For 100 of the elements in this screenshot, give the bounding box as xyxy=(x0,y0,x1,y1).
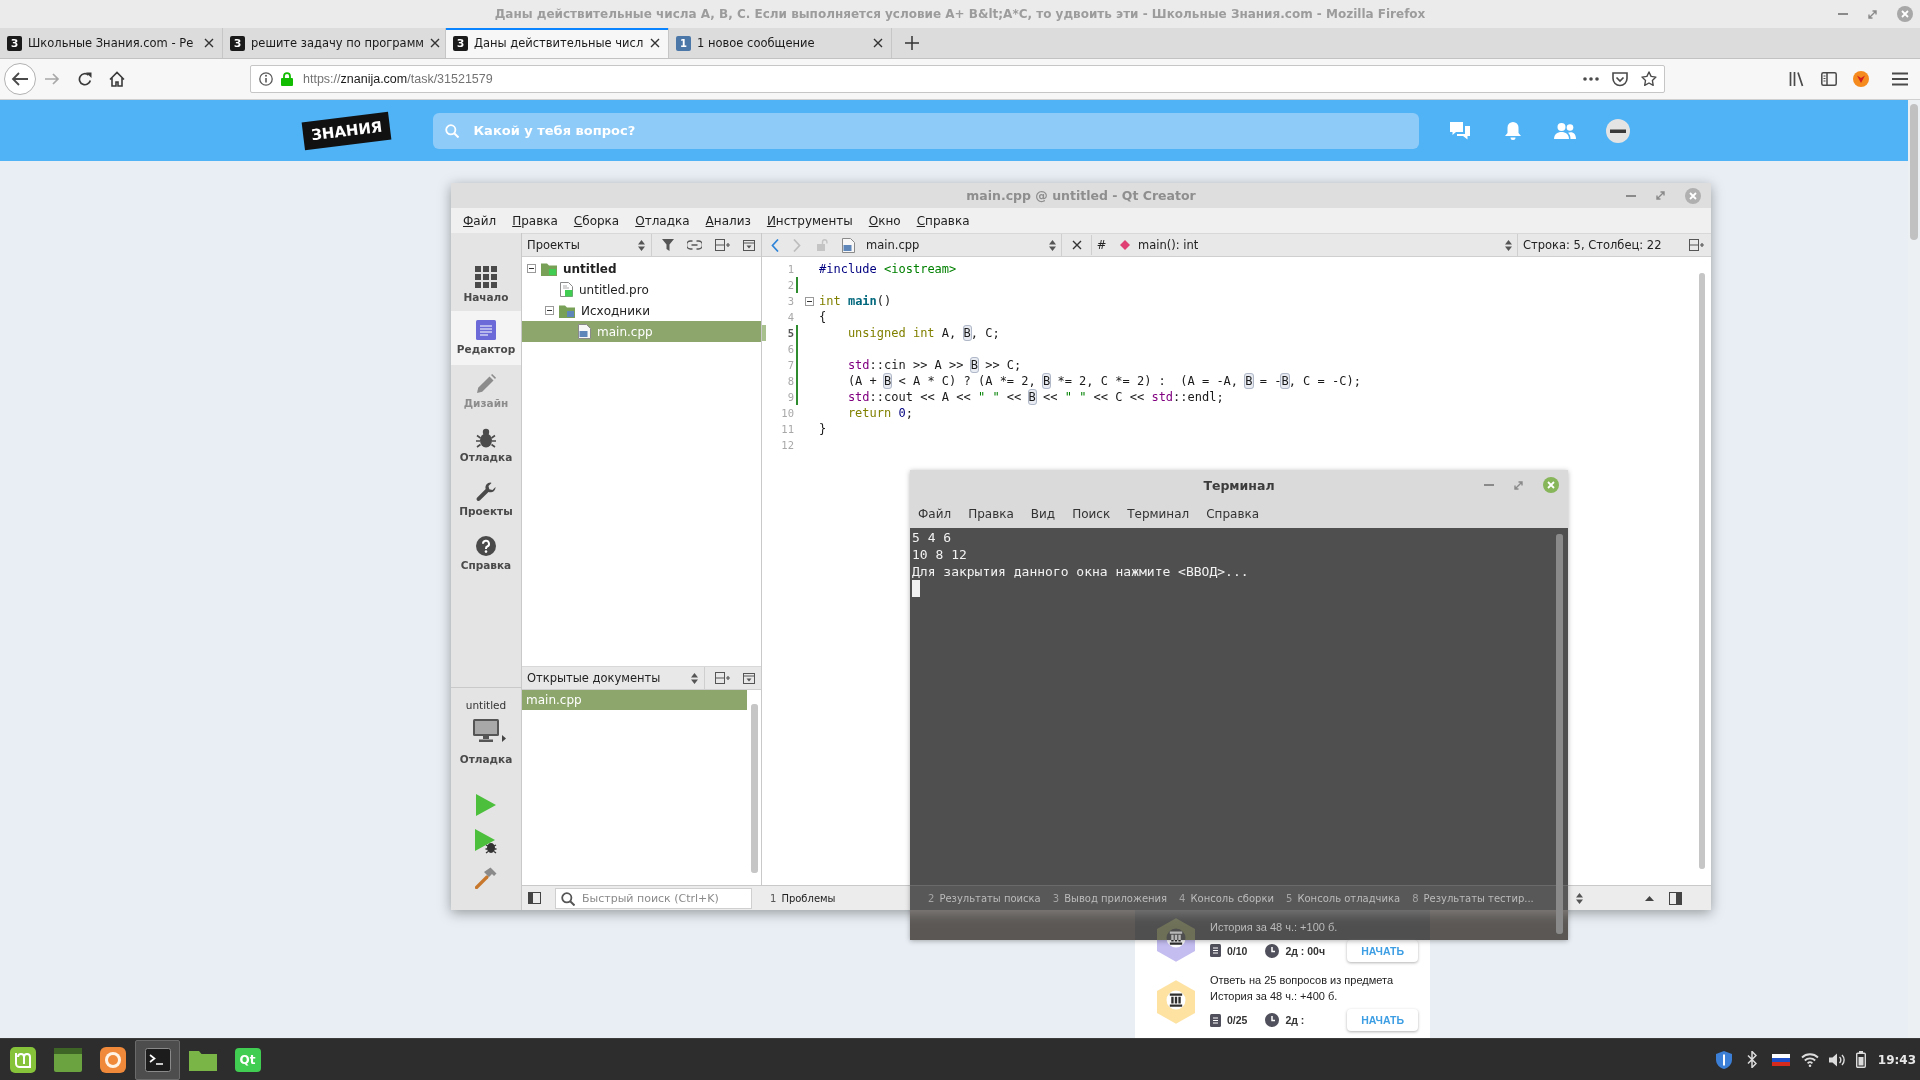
shield-icon[interactable] xyxy=(1715,1050,1732,1069)
mode-button[interactable]: Редактор xyxy=(451,311,521,365)
menu-item[interactable]: Правка xyxy=(968,507,1014,521)
info-icon[interactable] xyxy=(259,72,273,86)
output-tab[interactable]: 2 Результаты поиска xyxy=(928,892,1041,904)
file-icon xyxy=(842,237,855,253)
volume-icon[interactable] xyxy=(1828,1052,1846,1067)
caret-icon[interactable] xyxy=(502,735,506,742)
reload-icon[interactable] xyxy=(78,72,92,86)
maximize-icon[interactable] xyxy=(1868,9,1877,19)
scrollbar[interactable] xyxy=(1556,534,1563,934)
mode-button[interactable]: Отладка xyxy=(451,419,521,473)
menu-item[interactable]: Правка xyxy=(512,213,558,228)
output-tab[interactable]: 8 Результаты тестир... xyxy=(1412,892,1534,904)
split-icon[interactable] xyxy=(1689,239,1704,251)
menu-item[interactable]: Анализ xyxy=(705,213,751,228)
tree-item[interactable]: untitled.pro xyxy=(522,279,761,300)
library-icon[interactable] xyxy=(1789,71,1805,87)
minimize-icon[interactable] xyxy=(1626,194,1636,197)
debug-run-icon[interactable] xyxy=(475,829,497,854)
file-selector[interactable]: main.cpp xyxy=(842,234,1062,256)
menu-item[interactable]: Отладка xyxy=(635,213,690,228)
menu-item[interactable]: Справка xyxy=(916,213,970,228)
back-icon[interactable] xyxy=(4,63,36,95)
star-icon[interactable] xyxy=(1641,71,1657,87)
time-left: 2д : xyxy=(1285,1014,1305,1026)
collapse-icon[interactable] xyxy=(527,264,536,273)
combo-arrows-icon[interactable] xyxy=(1576,892,1583,904)
site-logo[interactable]: ЗНАНИЯ xyxy=(301,111,392,150)
menu-item[interactable]: Поиск xyxy=(1072,507,1111,521)
close-icon[interactable] xyxy=(430,38,441,48)
view-selector[interactable]: Проекты xyxy=(522,234,652,256)
menu-item[interactable]: Инструменты xyxy=(766,213,853,228)
output-tab[interactable]: 5 Консоль отладчика xyxy=(1286,892,1401,904)
answer-count: 0/10 xyxy=(1227,944,1248,957)
close-icon[interactable] xyxy=(650,38,660,48)
maximize-icon[interactable] xyxy=(1656,191,1665,200)
menu-icon[interactable] xyxy=(1892,72,1908,86)
panel-icon[interactable] xyxy=(1669,891,1682,905)
scrollbar[interactable] xyxy=(1908,100,1920,1038)
clock[interactable]: 19:43 xyxy=(1877,1052,1916,1067)
menu-item[interactable]: Сборка xyxy=(573,213,620,228)
output-tab[interactable]: 1 Проблемы xyxy=(770,892,916,904)
mode-button[interactable]: Проекты xyxy=(451,473,521,527)
close-icon[interactable] xyxy=(1072,240,1082,250)
hash-button[interactable]: # xyxy=(1091,235,1109,255)
mode-button[interactable]: Начало xyxy=(451,257,521,311)
sidebar-icon[interactable] xyxy=(1821,72,1837,86)
battery-icon[interactable] xyxy=(1855,1051,1866,1068)
extension-icon[interactable] xyxy=(1853,71,1869,87)
search-field[interactable]: Быстрый поиск (Ctrl+K) xyxy=(555,887,752,909)
avatar-icon[interactable] xyxy=(1606,118,1631,143)
close-pane-icon[interactable] xyxy=(743,672,755,684)
bluetooth-icon[interactable] xyxy=(1746,1051,1757,1068)
wrench-icon xyxy=(476,482,496,502)
browser-tab[interactable]: 1 1 новое сообщение xyxy=(669,28,892,58)
menu-item[interactable]: Файл xyxy=(463,213,497,228)
link-icon[interactable] xyxy=(687,240,702,250)
code-line: { xyxy=(819,309,827,325)
plus-icon[interactable] xyxy=(905,36,919,50)
line-number: 2 xyxy=(786,278,794,293)
split-icon[interactable] xyxy=(715,672,730,684)
wifi-icon[interactable] xyxy=(1800,1052,1819,1067)
menu-item[interactable]: Вид xyxy=(1030,507,1056,521)
menu-item[interactable]: Файл xyxy=(918,507,952,521)
browser-tab[interactable]: З Школьные Знания.com - Ре xyxy=(0,28,223,58)
menu-item[interactable]: Справка xyxy=(1206,507,1260,521)
caret-up-icon[interactable] xyxy=(1645,895,1654,901)
lock-icon xyxy=(281,72,293,86)
menu-item[interactable]: Терминал xyxy=(1127,507,1190,521)
browser-tab[interactable]: З Даны действительные числ xyxy=(446,28,669,58)
close-pane-icon[interactable] xyxy=(743,239,755,251)
fold-icon[interactable] xyxy=(805,296,814,306)
sidebar-toggle-icon[interactable] xyxy=(528,892,541,904)
tree-item[interactable]: untitled xyxy=(522,258,761,279)
symbol-selector[interactable]: main(): int xyxy=(1116,234,1518,256)
scrollbar[interactable] xyxy=(1699,273,1705,869)
monitor-icon[interactable] xyxy=(473,719,499,742)
view-selector[interactable]: Открытые документы xyxy=(522,667,705,689)
tab-favicon: 1 xyxy=(676,35,691,51)
close-icon[interactable] xyxy=(204,38,214,48)
hammer-icon[interactable] xyxy=(475,867,497,889)
filter-icon[interactable] xyxy=(662,239,674,251)
output-tab[interactable]: 4 Консоль сборки xyxy=(1179,892,1274,904)
save-page-icon[interactable] xyxy=(1612,71,1628,87)
mode-button[interactable]: Справка xyxy=(451,527,521,581)
home-icon[interactable] xyxy=(109,71,125,87)
split-icon[interactable] xyxy=(715,239,730,251)
scrollbar[interactable] xyxy=(751,704,758,873)
close-icon[interactable] xyxy=(873,38,883,48)
collapse-icon[interactable] xyxy=(545,306,554,315)
time-left: 2д : 00ч xyxy=(1285,944,1326,957)
address-field[interactable]: https://znanija.com/task/31521579 xyxy=(250,65,1665,93)
flag-icon[interactable] xyxy=(1771,1053,1790,1066)
window-title: Терминал xyxy=(1203,477,1275,493)
tree-item[interactable]: Исходники xyxy=(522,300,761,321)
menu-item[interactable]: Окно xyxy=(868,213,901,228)
more-icon[interactable] xyxy=(1583,77,1599,81)
search-field[interactable]: Какой у тебя вопрос? xyxy=(433,112,1420,149)
output-tab[interactable]: 3 Вывод приложения xyxy=(1052,892,1168,904)
